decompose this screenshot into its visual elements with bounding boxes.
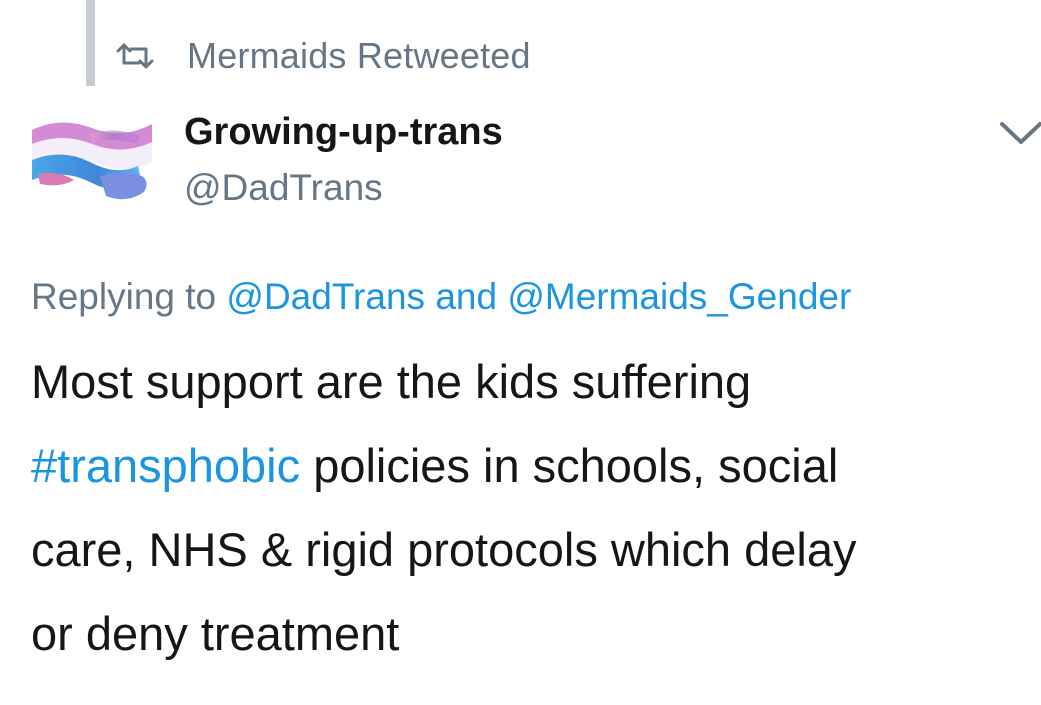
replying-to-conjunction[interactable]: and [435, 276, 497, 317]
tweet-text-line-2: #transphobic policies in schools, social [31, 424, 1021, 508]
chevron-down-icon[interactable] [998, 118, 1041, 148]
mention-mermaids-gender-link[interactable]: @Mermaids_Gender [507, 276, 851, 317]
replying-to-prefix: Replying to [31, 276, 217, 317]
retweet-context[interactable]: Mermaids Retweeted [115, 34, 531, 78]
mention-dadtrans-link[interactable]: @DadTrans [226, 276, 425, 317]
tweet-text-line-3: care, NHS & rigid protocols which delay [31, 523, 857, 576]
thread-connector-line [86, 0, 95, 86]
tweet-text-line-2-rest: policies in schools, social [300, 439, 839, 492]
avatar[interactable] [30, 114, 154, 210]
retweet-label: Mermaids Retweeted [187, 35, 531, 76]
tweet-text: Most support are the kids suffering #tra… [31, 340, 1021, 676]
hashtag-transphobic-link[interactable]: #transphobic [31, 439, 300, 492]
replying-to-line: Replying to @DadTrans and @Mermaids_Gend… [31, 274, 851, 320]
author-display-name[interactable]: Growing-up-trans [184, 110, 503, 154]
tweet-text-line-4: or deny treatment [31, 607, 400, 660]
author-handle[interactable]: @DadTrans [184, 166, 383, 210]
retweet-icon [116, 43, 154, 69]
tweet-text-line-1: Most support are the kids suffering [31, 355, 752, 408]
